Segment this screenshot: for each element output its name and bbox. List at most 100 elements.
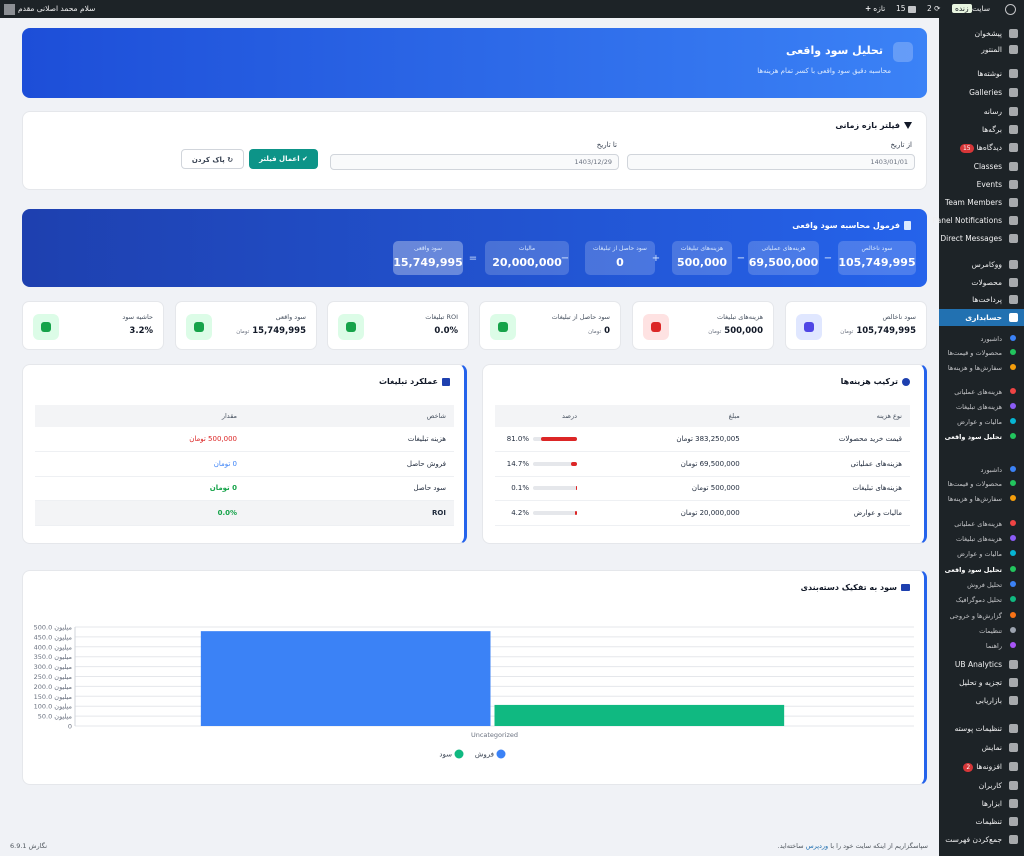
refresh-icon: ⟳ <box>934 4 941 13</box>
y-tick-label: 250.0 میلیون <box>34 673 72 681</box>
sidebar-subitem[interactable]: هزینه‌های تبلیغات <box>939 403 1024 411</box>
collapse-icon <box>1009 835 1018 844</box>
metric-cell: فروش حاصل <box>245 451 454 477</box>
kpi-icon-glyph <box>498 322 508 332</box>
sidebar-item[interactable]: المنتور <box>939 41 1024 58</box>
metric-value-cell: 0 تومان <box>35 451 245 477</box>
sidebar-item-label: UB Analytics <box>954 660 1002 669</box>
sidebar-item[interactable]: افزونه‌ها2 <box>939 758 1024 775</box>
sidebar-item[interactable]: کاربران <box>939 777 1024 794</box>
metric-value-cell: 0.0% <box>35 500 245 526</box>
wordpress-link[interactable]: وردپرس <box>806 842 829 850</box>
sidebar-subitem[interactable]: تحلیل فروش <box>939 581 1024 589</box>
sidebar-subitem[interactable]: راهنما <box>939 642 1024 650</box>
kpi-value-row: 0.0% <box>434 326 458 336</box>
sidebar-item[interactable]: Panel Notifications <box>932 212 1024 229</box>
sidebar-subitem[interactable]: تنظیمات <box>939 627 1024 635</box>
wordpress-logo-icon[interactable] <box>1005 0 1016 18</box>
sidebar-item[interactable]: تنظیمات <box>939 813 1024 830</box>
sidebar-item[interactable]: پیشخوان <box>939 25 1024 42</box>
sidebar-subitem[interactable]: هزینه‌های تبلیغات <box>939 535 1024 543</box>
formula-term-value: 20,000,000 <box>492 256 562 269</box>
sidebar-item[interactable]: Team Members <box>939 194 1024 211</box>
sidebar-item[interactable]: Direct Messages <box>939 230 1024 247</box>
kpi-icon-glyph <box>804 322 814 332</box>
sidebar-subitem[interactable]: سفارش‌ها و هزینه‌ها <box>939 495 1024 503</box>
chart-title-row: سود به تفکیک دسته‌بندی <box>801 583 910 592</box>
sidebar-subitem[interactable]: سفارش‌ها و هزینه‌ها <box>939 364 1024 372</box>
cost-type-cell: هزینه‌های عملیاتی <box>747 451 910 477</box>
cost-percent-cell: 81.0% <box>495 427 585 452</box>
sidebar-item[interactable]: Galleries <box>939 84 1024 101</box>
sidebar-item[interactable]: محصولات <box>939 274 1024 291</box>
sidebar-item[interactable]: پرداخت‌ها <box>939 291 1024 308</box>
sidebar-subitem[interactable]: تحلیل سود واقعی <box>939 566 1024 574</box>
sidebar-item[interactable]: رسانه <box>939 103 1024 120</box>
sidebar-subitem[interactable]: مالیات و عوارض <box>939 418 1024 426</box>
megaphone-icon <box>442 377 450 386</box>
kpi-value: 15,749,995 <box>252 326 306 336</box>
sidebar-subitem[interactable]: داشبورد <box>939 335 1024 343</box>
sidebar-subitem-label: داشبورد <box>980 466 1003 474</box>
comments-link[interactable]: 15 <box>896 0 916 18</box>
kpi-value: 0.0% <box>434 326 458 336</box>
percent-text: 4.2% <box>511 508 529 517</box>
bullet-icon <box>1010 364 1016 370</box>
sidebar-subitem[interactable]: محصولات و قیمت‌ها <box>939 480 1024 488</box>
account-menu[interactable]: سلام محمد اصلانی مقدم <box>4 0 95 18</box>
cost-amount-cell: 500,000 تومان <box>585 476 748 501</box>
apply-filter-button[interactable]: ✔ اعمال فیلتر <box>249 149 318 169</box>
sidebar-item[interactable]: دیدگاه‌ها15 <box>939 139 1024 156</box>
kpi-card: سود واقعی 15,749,995 تومان <box>175 301 317 350</box>
comments-count: 15 <box>896 4 906 13</box>
bullet-icon <box>1010 612 1016 618</box>
calculator-icon <box>904 221 911 230</box>
sidebar-subitem[interactable]: هزینه‌های عملیاتی <box>939 520 1024 528</box>
elementor-icon <box>1009 45 1018 54</box>
clear-filter-button[interactable]: ↻ پاک کردن <box>181 149 244 169</box>
chart-title: سود به تفکیک دسته‌بندی <box>800 583 897 592</box>
profit-bar-chart: 0 50.0 میلیون 100.0 میلیون 150.0 میلیون 200.… <box>34 624 914 759</box>
new-content-menu[interactable]: + تازه <box>865 0 885 18</box>
sidebar-item[interactable]: تنظیمات پوسته <box>939 720 1024 737</box>
megaphone-icon <box>1009 216 1018 225</box>
sidebar-item[interactable]: ابزارها <box>939 795 1024 812</box>
y-tick-label: 200.0 میلیون <box>34 683 72 691</box>
sidebar-item-label: Team Members <box>945 198 1002 207</box>
from-date-input[interactable]: 1403/01/01 <box>627 154 915 170</box>
sidebar-item[interactable]: بازاریابی <box>939 692 1024 709</box>
bullet-icon <box>1010 388 1016 394</box>
sidebar-item[interactable]: جمع‌کردن فهرست <box>939 831 1024 848</box>
sidebar-item[interactable]: نوشته‌ها <box>939 65 1024 82</box>
pin-icon <box>1009 69 1018 78</box>
sidebar-item[interactable]: نمایش <box>939 739 1024 756</box>
to-date-input[interactable]: 1403/12/29 <box>330 154 619 170</box>
sidebar-item[interactable]: ووکامرس <box>939 256 1024 273</box>
sidebar-subitem[interactable]: مالیات و عوارض <box>939 550 1024 558</box>
sidebar-subitem[interactable]: تحلیل سود واقعی <box>939 433 1024 441</box>
sidebar-subitem-label: گزارش‌ها و خروجی <box>949 612 1002 620</box>
sidebar-subitem[interactable]: محصولات و قیمت‌ها <box>939 349 1024 357</box>
sidebar-item[interactable]: حسابداری <box>939 309 1024 326</box>
pages-icon <box>1009 125 1018 134</box>
updates-link[interactable]: 2 ⟳ <box>927 0 940 18</box>
sidebar-subitem[interactable]: داشبورد <box>939 466 1024 474</box>
analytics-icon <box>1009 660 1018 669</box>
sidebar-item-label: Classes <box>973 162 1002 171</box>
sidebar-subitem[interactable]: هزینه‌های عملیاتی <box>939 388 1024 396</box>
bullet-icon <box>1010 566 1016 572</box>
sidebar-item[interactable]: تجزیه و تحلیل <box>939 674 1024 691</box>
classes-icon <box>1009 162 1018 171</box>
sidebar-item[interactable]: Events <box>939 176 1024 193</box>
site-name-link[interactable]: سایت <box>972 0 990 18</box>
sidebar-subitem[interactable]: گزارش‌ها و خروجی <box>939 612 1024 620</box>
marketing-icon <box>1009 696 1018 705</box>
col-header-metric: شاخص <box>245 405 454 427</box>
plus-icon: + <box>865 4 872 13</box>
sidebar-item[interactable]: UB Analytics <box>939 656 1024 673</box>
settings-icon <box>1009 817 1018 826</box>
sidebar-item[interactable]: برگه‌ها <box>939 121 1024 138</box>
sidebar-subitem[interactable]: تحلیل دموگرافیک <box>939 596 1024 604</box>
notification-badge: 15 <box>959 144 974 153</box>
sidebar-item[interactable]: Classes <box>939 158 1024 175</box>
